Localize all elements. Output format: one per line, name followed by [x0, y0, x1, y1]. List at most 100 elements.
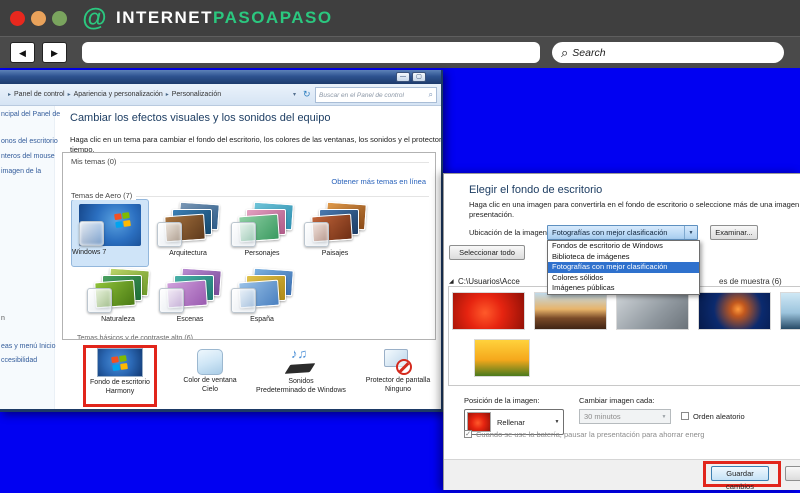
dropdown-option-windows-backgrounds[interactable]: Fondos de escritorio de Windows — [548, 241, 699, 252]
back-icon: ◀ — [19, 48, 26, 58]
image-location-combobox[interactable]: Fotografías con mejor clasificación ▼ — [547, 225, 698, 240]
expander-icon[interactable]: ◢ — [449, 278, 454, 285]
choose-background-dialog: Elegir el fondo de escritorio Haga clic … — [443, 173, 800, 490]
maximize-icon: ▢ — [416, 74, 422, 80]
get-more-themes-link[interactable]: Obtener más temas en línea — [331, 177, 426, 186]
window-minimize-dot[interactable] — [31, 10, 46, 26]
picture-jellyfish[interactable] — [698, 292, 771, 330]
address-bar[interactable] — [82, 42, 540, 63]
forward-icon: ▶ — [51, 48, 58, 58]
breadcrumb-arrow-icon: ▸ — [67, 92, 71, 98]
position-selected-value: Rellenar — [497, 417, 525, 427]
sidebar-item-ease-of-access[interactable]: ccesibilidad — [1, 357, 37, 364]
select-all-button[interactable]: Seleccionar todo — [449, 245, 525, 260]
bottom-white-strip — [0, 493, 800, 500]
divider — [71, 162, 429, 163]
battery-pause-checkbox[interactable]: ✓ — [464, 430, 472, 438]
breadcrumb-control-panel[interactable]: Panel de control — [14, 91, 65, 98]
group-path-text: C:\Usuarios\Acce — [458, 277, 520, 286]
search-placeholder: Search — [572, 46, 606, 59]
sample-pictures-grid — [448, 286, 800, 386]
highlight-box-desktop-background — [83, 345, 157, 407]
control-panel-search-input[interactable]: Buscar en el Panel de control ⌕ — [315, 87, 437, 103]
tile-title: Color de ventana — [183, 377, 237, 384]
theme-naturaleza[interactable]: Naturaleza — [83, 267, 153, 323]
tile-title: Sonidos — [288, 378, 314, 385]
dialog-intro-line1: Haga clic en una imagen para convertirla… — [469, 200, 800, 209]
music-notes-icon: ♪♫ — [291, 346, 308, 361]
sounds-tile[interactable]: ♪♫ Sonidos Predeterminado de Windows — [253, 345, 349, 407]
gloss-overlay — [159, 288, 184, 313]
combobox-selected-value: Fotografías con mejor clasificación — [552, 228, 668, 237]
theme-thumbnail — [87, 267, 150, 313]
sidebar-item-desktop-icons[interactable]: onos del escritorio — [1, 138, 58, 145]
main-panel: Cambiar los efectos visuales y los sonid… — [55, 106, 441, 409]
gloss-overlay — [87, 288, 112, 313]
tile-title: Protector de pantalla — [365, 377, 431, 384]
chevron-down-icon: ▼ — [684, 226, 697, 239]
theme-arquitectura[interactable]: Arquitectura — [153, 201, 223, 257]
sidebar-item-mouse-pointers[interactable]: nteros del mouse — [1, 153, 55, 160]
check-icon: ✓ — [465, 431, 471, 438]
image-location-dropdown: Fondos de escritorio de Windows Bibliote… — [547, 240, 700, 295]
picture-chrysanthemum[interactable] — [452, 292, 525, 330]
sidebar-item-taskbar-start-menu[interactable]: eas y menú Inicio — [1, 343, 55, 350]
window-body: ncipal del Panel de onos del escritorio … — [0, 106, 441, 409]
shuffle-label: Orden aleatorio — [693, 412, 745, 421]
dropdown-option-top-rated-photos[interactable]: Fotografías con mejor clasificación — [548, 262, 699, 273]
tile-value: Cielo — [202, 386, 218, 393]
change-interval-combobox[interactable]: 30 minutos ▼ — [579, 409, 671, 424]
battery-pause-label: Cuando se use la batería, pausar la pres… — [476, 430, 705, 439]
browser-header: @ INTERNETPASOAPASO — [0, 0, 800, 36]
picture-position-label: Posición de la imagen: — [464, 396, 540, 405]
picture-koala[interactable] — [616, 292, 689, 330]
theme-escenas[interactable]: Escenas — [155, 267, 225, 323]
browse-button[interactable]: Examinar... — [710, 225, 758, 240]
theme-espana[interactable]: España — [227, 267, 297, 323]
theme-label: Personajes — [244, 250, 280, 257]
screensaver-tile[interactable]: Protector de pantalla Ninguno — [350, 345, 446, 407]
dialog-intro-line2: presentación. — [469, 210, 515, 219]
dropdown-option-pictures-library[interactable]: Biblioteca de imágenes — [548, 252, 699, 263]
change-picture-label: Cambiar imagen cada: — [579, 396, 655, 405]
picture-penguins[interactable] — [780, 292, 800, 330]
sidebar: ncipal del Panel de onos del escritorio … — [0, 106, 60, 409]
dropdown-option-solid-colors[interactable]: Colores sólidos — [548, 273, 699, 284]
window-color-tile[interactable]: Color de ventana Cielo — [165, 345, 255, 407]
theme-label: Escenas — [176, 316, 204, 323]
breadcrumb-arrow-icon: ▸ — [165, 92, 169, 98]
picture-tulips[interactable] — [474, 339, 530, 377]
theme-personajes[interactable]: Personajes — [227, 201, 297, 257]
breadcrumb-personalization[interactable]: Personalización — [172, 91, 221, 98]
window-color-thumbnail — [197, 349, 223, 375]
interval-selected-value: 30 minutos — [584, 412, 621, 421]
dialog-title: Elegir el fondo de escritorio — [469, 184, 603, 196]
forward-button[interactable]: ▶ — [42, 42, 67, 63]
browser-search-input[interactable]: ⌕ Search — [552, 42, 784, 63]
windows7-theme-thumbnail — [79, 204, 141, 246]
gloss-overlay — [231, 222, 256, 247]
shuffle-checkbox[interactable] — [681, 412, 689, 420]
window-zoom-dot[interactable] — [52, 10, 67, 26]
theme-windows7-selected[interactable]: Windows 7 — [71, 199, 149, 267]
refresh-icon[interactable]: ↻ — [303, 89, 311, 100]
site-logo-icon: @ — [82, 3, 107, 32]
breadcrumb-appearance[interactable]: Apariencia y personalización — [74, 91, 163, 98]
sidebar-item-account-picture[interactable]: imagen de la — [1, 168, 41, 175]
picture-desert[interactable] — [534, 292, 607, 330]
address-dropdown-icon[interactable]: ▾ — [293, 91, 296, 98]
theme-label: Windows 7 — [72, 249, 107, 256]
gloss-overlay — [231, 288, 256, 313]
minimize-button[interactable]: — — [396, 72, 410, 82]
chevron-down-icon: ▼ — [554, 419, 560, 425]
save-changes-button[interactable]: Guardar cambios — [711, 466, 769, 490]
my-themes-header: Mis temas (0) — [71, 157, 121, 166]
cancel-button[interactable]: Ca — [785, 466, 800, 481]
theme-paisajes[interactable]: Paisajes — [300, 201, 370, 257]
window-close-dot[interactable] — [10, 10, 25, 26]
intro-text-line1: Haga clic en un tema para cambiar el fon… — [70, 135, 441, 144]
back-button[interactable]: ◀ — [10, 42, 35, 63]
maximize-button[interactable]: ▢ — [412, 72, 426, 82]
sidebar-item-home[interactable]: ncipal del Panel de — [1, 111, 60, 118]
dropdown-option-public-pictures[interactable]: Imágenes públicas — [548, 283, 699, 294]
